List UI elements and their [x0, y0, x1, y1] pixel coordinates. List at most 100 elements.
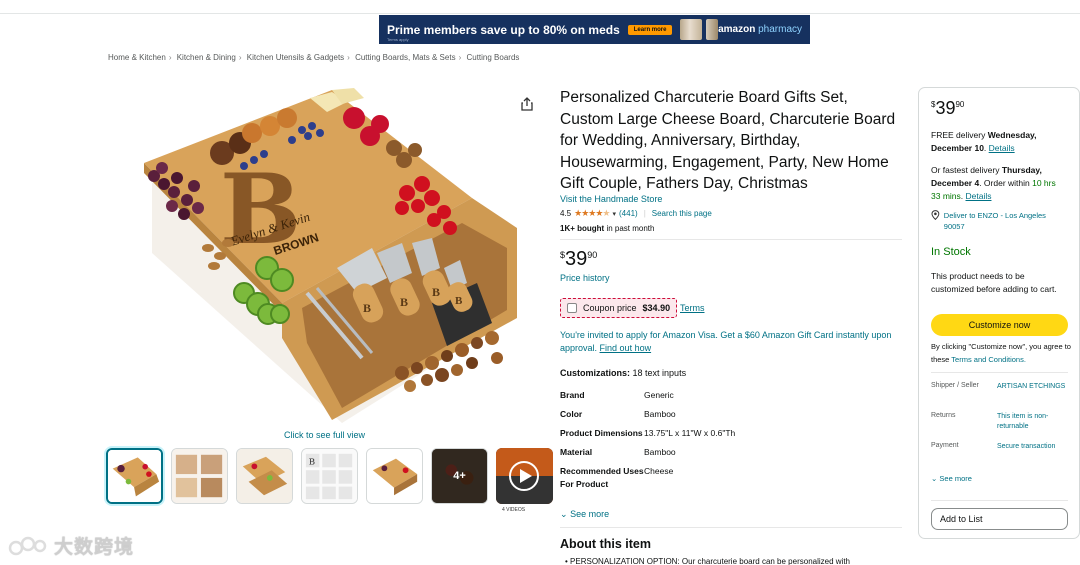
payment-label: Payment	[931, 442, 959, 449]
click-to-see-full-view-link[interactable]: Click to see full view	[284, 430, 365, 440]
knife-monogram: B	[363, 301, 371, 315]
thumbnail-4[interactable]: B	[301, 448, 358, 504]
thumbnail-image	[108, 450, 161, 502]
amazon-visa-offer: You're invited to apply for Amazon Visa.…	[560, 329, 895, 355]
product-price: $3990	[560, 248, 598, 270]
coupon-checkbox-badge[interactable]: Coupon price $34.90	[560, 298, 678, 318]
about-this-item-heading: About this item	[560, 537, 651, 551]
add-to-list-button[interactable]: Add to List	[931, 508, 1068, 530]
video-thumbnail-image	[496, 448, 553, 504]
share-icon[interactable]	[520, 97, 534, 111]
coupon-terms-link[interactable]: Terms	[680, 303, 705, 313]
videos-count-label: 4 VIDEOS	[502, 507, 526, 513]
divider: |	[643, 209, 646, 218]
main-product-image[interactable]: B B B B B Evelyn & Kevin BROWN	[132, 88, 520, 424]
thumbnail-5[interactable]	[366, 448, 423, 504]
prime-pharmacy-ad-banner[interactable]: Prime members save up to 80% on meds Ter…	[379, 15, 810, 44]
spec-key: Recommended Uses For Product	[560, 466, 644, 489]
see-more-specs-button[interactable]: ⌄ See more	[560, 509, 609, 520]
image-thumbnails: B 4+	[106, 448, 553, 504]
stock-status: In Stock	[931, 246, 971, 258]
more-images-count: 4+	[453, 470, 466, 482]
banner-terms: Terms apply	[387, 37, 409, 42]
fastest-delivery-info: Or fastest delivery Thursday, December 4…	[931, 165, 1056, 201]
spec-value: Bamboo	[644, 447, 676, 457]
thumbnail-more-images[interactable]: 4+	[431, 448, 488, 504]
seller-link[interactable]: ARTISAN ETCHINGS	[997, 382, 1071, 392]
watermark-text: 大数跨境	[54, 537, 135, 558]
amazon-pharmacy-logo: amazon pharmacy	[718, 24, 802, 35]
breadcrumb: Home & Kitchen › Kitchen & Dining › Kitche…	[108, 53, 519, 62]
shipper-seller-row: Shipper / Seller ARTISAN ETCHINGS	[931, 382, 1071, 392]
returns-row: Returns This item is non-returnable	[931, 412, 1071, 432]
monogram-sample: B	[309, 457, 315, 467]
see-more-label: See more	[570, 509, 610, 519]
breadcrumb-separator: ›	[458, 53, 462, 62]
knife-monogram: B	[455, 295, 463, 307]
watermark-logo-icon	[8, 536, 47, 555]
customizations-summary: Customizations: 18 text inputs	[560, 368, 687, 378]
thumbnail-image	[237, 449, 292, 503]
find-out-how-link[interactable]: Find out how	[600, 343, 652, 353]
star-rating-icon[interactable]: ★★★★★	[574, 208, 610, 219]
breadcrumb-cutting-boards[interactable]: Cutting Boards	[466, 53, 519, 62]
price-history-link[interactable]: Price history	[560, 273, 610, 283]
deliver-to-location[interactable]: Deliver to ENZO - Los Angeles 90057	[931, 210, 1066, 232]
video-thumbnail[interactable]	[496, 448, 553, 504]
top-divider	[0, 13, 1080, 14]
knife-monogram: B	[432, 285, 440, 299]
see-more-seller-info-button[interactable]: ⌄ See more	[931, 474, 972, 483]
bought-in-past-month: 1K+ bought in past month	[560, 224, 655, 233]
breadcrumb-kitchen-dining[interactable]: Kitchen & Dining	[177, 53, 236, 62]
fastest-details-link[interactable]: Details	[966, 191, 992, 201]
banner-learn-more-button[interactable]: Learn more	[627, 24, 673, 35]
shipper-label: Shipper / Seller	[931, 382, 979, 389]
spec-value: Cheese	[644, 466, 674, 476]
buy-box: $3990 FREE delivery Wednesday, December …	[918, 87, 1080, 539]
thumbnail-3[interactable]	[236, 448, 293, 504]
product-specs-table: Brand Generic Color Bamboo Product Dimensi…	[560, 389, 880, 497]
spec-value: Bamboo	[644, 409, 676, 419]
returns-policy-link[interactable]: This item is non-returnable	[997, 412, 1071, 432]
breadcrumb-utensils[interactable]: Kitchen Utensils & Gadgets	[247, 53, 344, 62]
location-pin-icon	[931, 210, 940, 220]
knife-monogram: B	[400, 295, 408, 309]
spec-row: Brand Generic	[560, 389, 880, 402]
spec-row: Product Dimensions 13.75"L x 11"W x 0.6"T…	[560, 427, 880, 440]
coupon-checkbox[interactable]	[567, 303, 577, 313]
terms-and-conditions-link[interactable]: Terms and Conditions.	[951, 355, 1026, 364]
breadcrumb-separator: ›	[347, 53, 350, 62]
thumbnail-1[interactable]	[106, 448, 163, 504]
thumbnail-2[interactable]	[171, 448, 228, 504]
divider	[560, 239, 902, 240]
deliver-to-text: Deliver to ENZO - Los Angeles 90057	[943, 211, 1046, 231]
payment-row: Payment Secure transaction	[931, 442, 1071, 452]
banner-product-image-2	[706, 19, 719, 40]
chevron-down-icon: ⌄	[560, 509, 568, 519]
banner-headline: Prime members save up to 80% on meds	[387, 22, 620, 37]
customization-required-note: This product needs to be customized befo…	[931, 271, 1057, 294]
spec-key: Product Dimensions	[560, 428, 643, 438]
breadcrumb-separator: ›	[238, 53, 242, 62]
store-link[interactable]: Visit the Handmade Store	[560, 194, 662, 204]
customize-now-button[interactable]: Customize now	[931, 314, 1068, 336]
secure-transaction-link[interactable]: Secure transaction	[997, 442, 1071, 452]
breadcrumb-home-kitchen[interactable]: Home & Kitchen	[108, 53, 166, 62]
chevron-down-icon[interactable]: ▾	[612, 210, 616, 218]
customize-agreement: By clicking "Customize now", you agree t…	[931, 342, 1071, 364]
divider	[560, 527, 902, 528]
delivery-details-link[interactable]: Details	[989, 143, 1015, 153]
chevron-down-icon: ⌄	[931, 474, 938, 483]
coupon-label: Coupon price	[583, 303, 637, 313]
spec-key: Brand	[560, 390, 585, 400]
breadcrumb-cutting-boards-mats[interactable]: Cutting Boards, Mats & Sets	[355, 53, 456, 62]
search-this-page-link[interactable]: Search this page	[652, 209, 712, 218]
coupon-price: $34.90	[642, 303, 671, 313]
divider	[931, 500, 1068, 501]
spec-row: Material Bamboo	[560, 446, 880, 459]
thumbnail-image	[172, 449, 227, 503]
spec-value: 13.75"L x 11"W x 0.6"Th	[644, 428, 736, 438]
see-more-label: See more	[939, 474, 972, 483]
reviews-count-link[interactable]: (441)	[619, 209, 638, 218]
spec-value: Generic	[644, 390, 674, 400]
